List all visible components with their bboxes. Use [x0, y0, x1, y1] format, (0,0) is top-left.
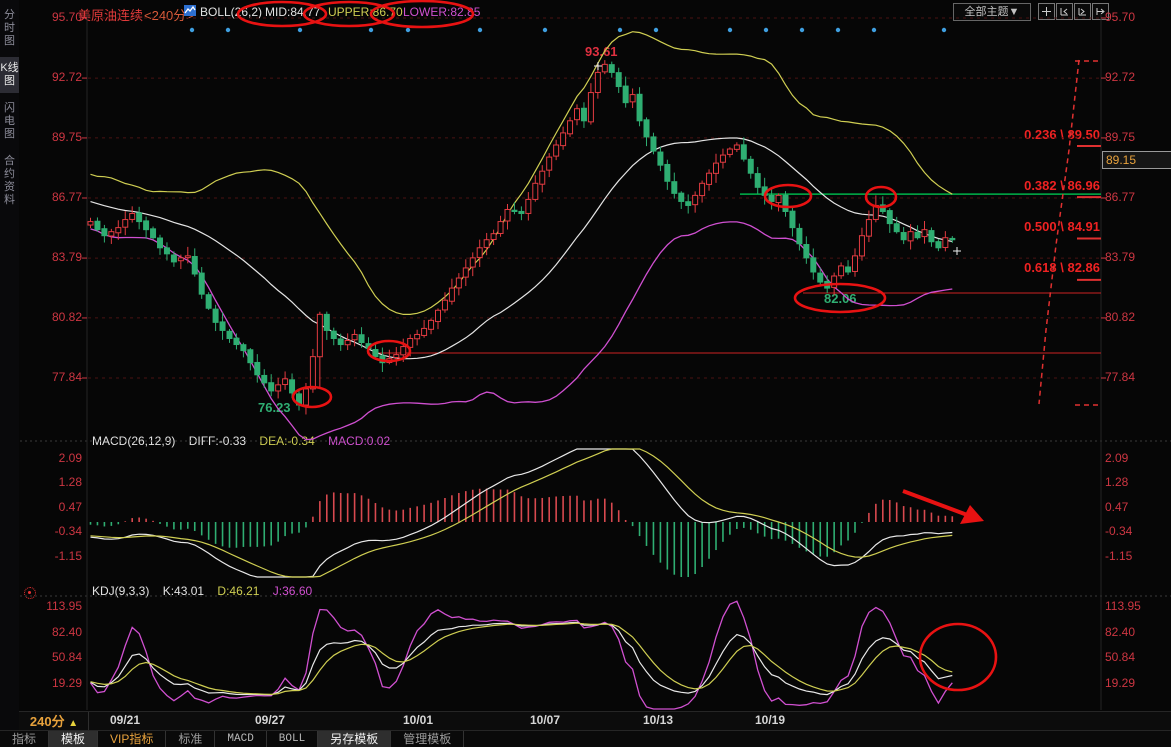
left-sidebar: 分时图 K线图 闪电图 合约资料	[0, 0, 19, 747]
kdj-params: KDJ(9,3,3)	[92, 584, 149, 598]
date-label: 10/13	[643, 713, 673, 727]
price-axis-label-left: 86.77	[20, 190, 82, 204]
macd-axis-label-left: -1.15	[20, 549, 82, 563]
price-axis-label-left: 77.84	[20, 370, 82, 384]
macd-macd-value: MACD:0.02	[328, 434, 390, 448]
bottom-price-label: 76.23	[258, 400, 291, 415]
sidebar-tab-lightning-chart[interactable]: 闪电图	[0, 97, 19, 146]
macd-diff-value: DIFF:-0.33	[189, 434, 246, 448]
zoom-in-icon[interactable]	[1074, 3, 1091, 20]
kdj-axis-label-right: 50.84	[1105, 650, 1135, 664]
macd-axis-label-right: 1.28	[1105, 475, 1128, 489]
macd-axis-label-left: 0.47	[20, 500, 82, 514]
price-axis-label-right: 92.72	[1105, 70, 1135, 84]
macd-axis-label-right: 0.47	[1105, 500, 1128, 514]
main-chart-plot[interactable]	[88, 14, 1101, 430]
macd-axis-label-right: -1.15	[1105, 549, 1132, 563]
macd-header: MACD(26,12,9) DIFF:-0.33 DEA:-0.34 MACD:…	[92, 434, 400, 448]
sidebar-tab-contract-info[interactable]: 合约资料	[0, 150, 19, 212]
sidebar-tab-kline-chart[interactable]: K线图	[0, 57, 19, 93]
timeline-row: 240分 ▲	[19, 711, 1171, 731]
kdj-axis-label-right: 113.95	[1105, 599, 1141, 613]
peak-price-label: 93.61	[585, 44, 618, 59]
kdj-axis-label-right: 19.29	[1105, 676, 1135, 690]
toolbar-item-indicators[interactable]: 指标	[0, 731, 49, 747]
date-label: 10/19	[755, 713, 785, 727]
toolbar-item-standard[interactable]: 标准	[166, 731, 215, 747]
kdj-axis-label-left: 82.40	[20, 625, 82, 639]
boll-upper-value: UPPER:86.70	[328, 5, 403, 19]
fib-level-0236: 0.236 \ 89.50	[1024, 127, 1100, 142]
swing-low-price-label: 82.06	[824, 291, 857, 306]
boll-mid-value: MID:84.77	[265, 5, 320, 19]
kdj-axis-label-left: 19.29	[20, 676, 82, 690]
price-axis-label-right: 83.79	[1105, 250, 1135, 264]
macd-axis-label-left: 1.28	[20, 475, 82, 489]
indicator-settings-icon[interactable]	[24, 587, 36, 599]
indicator-icon	[184, 4, 197, 20]
date-label: 09/27	[255, 713, 285, 727]
price-axis-label-right: 80.82	[1105, 310, 1135, 324]
period-selector[interactable]: 240分 ▲	[20, 712, 89, 731]
period-arrow-icon: ▲	[68, 718, 78, 729]
kdj-axis-label-left: 50.84	[20, 650, 82, 664]
kdj-k-value: K:43.01	[163, 584, 204, 598]
theme-dropdown-button[interactable]: 全部主题▼	[953, 3, 1031, 21]
kdj-panel-plot[interactable]	[88, 598, 1101, 710]
macd-params: MACD(26,12,9)	[92, 434, 175, 448]
macd-axis-label-left: 2.09	[20, 451, 82, 465]
period-label: 240分	[30, 714, 65, 729]
toolbar-item-templates[interactable]: 模板	[49, 731, 98, 747]
fib-level-0382: 0.382 \ 86.96	[1024, 178, 1100, 193]
price-axis-label-right: 95.70	[1105, 10, 1135, 24]
macd-axis-label-right: -0.34	[1105, 524, 1132, 538]
kdj-header: KDJ(9,3,3) K:43.01 D:46.21 J:36.60	[92, 584, 322, 598]
price-axis-label-left: 89.75	[20, 130, 82, 144]
toolbar-item-manage-template[interactable]: 管理模板	[391, 731, 464, 747]
price-axis-label-right: 89.75	[1105, 130, 1135, 144]
kdj-d-value: D:46.21	[217, 584, 259, 598]
price-axis-label-right: 86.77	[1105, 190, 1135, 204]
kdj-axis-label-right: 82.40	[1105, 625, 1135, 639]
bottom-toolbar: 指标 模板 VIP指标 标准 MACD BOLL 另存模板 管理模板	[0, 730, 1171, 747]
fib-level-0618: 0.618 \ 82.86	[1024, 260, 1100, 275]
crosshair-icon[interactable]	[1038, 3, 1055, 20]
date-label: 09/21	[110, 713, 140, 727]
boll-lower-value: LOWER:82.85	[403, 5, 480, 19]
price-axis-label-left: 95.70	[20, 10, 82, 24]
date-label: 10/07	[530, 713, 560, 727]
boll-label: BOLL(26,2)	[200, 5, 262, 19]
instrument-title: 美原油连续	[78, 5, 143, 24]
toolbar-item-macd[interactable]: MACD	[215, 731, 266, 747]
macd-panel-plot[interactable]	[88, 449, 1101, 579]
date-label: 10/01	[403, 713, 433, 727]
macd-dea-value: DEA:-0.34	[259, 434, 314, 448]
kdj-axis-label-left: 113.95	[20, 599, 82, 613]
toolbar-item-vip-indicators[interactable]: VIP指标	[98, 731, 166, 747]
kdj-j-value: J:36.60	[273, 584, 312, 598]
zoom-out-icon[interactable]	[1056, 3, 1073, 20]
price-axis-label-left: 80.82	[20, 310, 82, 324]
toolbar-item-save-template[interactable]: 另存模板	[318, 731, 391, 747]
fib-level-0500: 0.500 \ 84.91	[1024, 219, 1100, 234]
toolbar-item-boll[interactable]: BOLL	[267, 731, 318, 747]
macd-axis-label-left: -0.34	[20, 524, 82, 538]
price-axis-label-left: 83.79	[20, 250, 82, 264]
futures-chart-app: 分时图 K线图 闪电图 合约资料 美原油连续 <240分> BOLL(26,2)…	[0, 0, 1171, 747]
price-tag: 89.15	[1102, 151, 1171, 169]
macd-axis-label-right: 2.09	[1105, 451, 1128, 465]
price-axis-label-left: 92.72	[20, 70, 82, 84]
chart-header: 美原油连续 <240分> BOLL(26,2) MID:84.77 UPPER:…	[0, 0, 1171, 28]
price-axis-label-right: 77.84	[1105, 370, 1135, 384]
